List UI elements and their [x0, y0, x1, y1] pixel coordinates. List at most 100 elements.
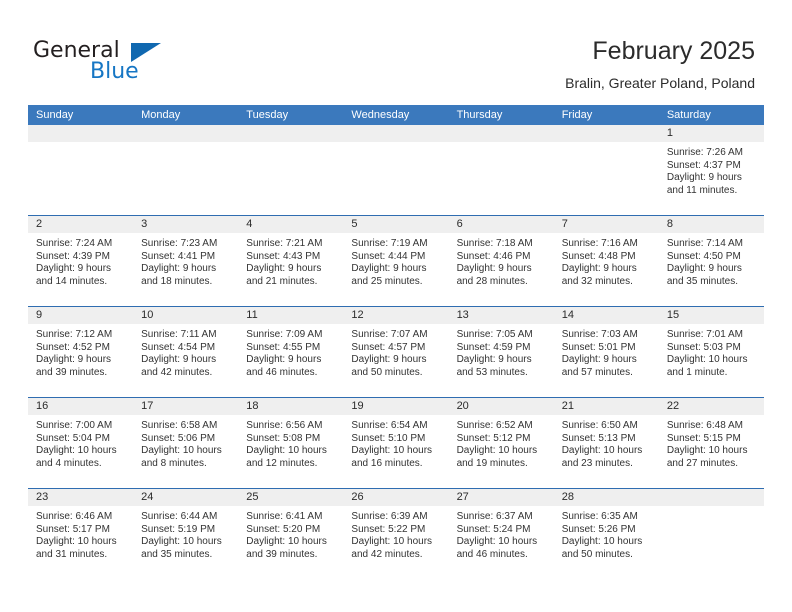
day-number-strip	[238, 125, 344, 143]
calendar-day-cell[interactable]: 23 Sunrise: 6:46 AM Sunset: 5:17 PM Dayligh…	[28, 489, 134, 579]
calendar-day-cell[interactable]: 9 Sunrise: 7:12 AM Sunset: 4:52 PM Daylight…	[28, 307, 134, 397]
day-number: 12	[351, 309, 364, 321]
calendar-day-cell[interactable]: 14 Sunrise: 7:03 AM Sunset: 5:01 PM Dayligh…	[553, 307, 659, 397]
calendar-day-cell[interactable]: 17 Sunrise: 6:58 AM Sunset: 5:06 PM Dayligh…	[133, 398, 239, 488]
day-number: 9	[36, 309, 43, 321]
sunset-time: Sunset: 5:19 PM	[141, 523, 216, 535]
sunset-time: Sunset: 4:39 PM	[36, 250, 110, 262]
calendar-day-cell[interactable]: 5 Sunrise: 7:19 AM Sunset: 4:44 PM Daylight…	[343, 216, 449, 306]
calendar-week-row: 2 Sunrise: 7:24 AM Sunset: 4:39 PM Daylight…	[28, 215, 764, 306]
weekday-header-wednesday: Wednesday	[351, 109, 410, 121]
day-number-strip: 21	[553, 398, 659, 416]
weekday-header-row: Sunday Monday Tuesday Wednesday Thursday…	[28, 105, 764, 125]
sunset-time: Sunset: 4:48 PM	[561, 250, 636, 262]
calendar-day-cell[interactable]: 10 Sunrise: 7:11 AM Sunset: 4:54 PM Dayligh…	[133, 307, 239, 397]
sunset-time: Sunset: 5:10 PM	[351, 432, 426, 444]
calendar-weeks: 1 Sunrise: 7:26 AM Sunset: 4:37 PM Daylight…	[28, 125, 764, 579]
day-number-strip: 5	[343, 216, 449, 234]
daylight-duration-line1: Daylight: 10 hours	[141, 445, 222, 457]
calendar-day-cell[interactable]: 20 Sunrise: 6:52 AM Sunset: 5:12 PM Dayligh…	[448, 398, 554, 488]
day-details: Sunrise: 7:14 AM Sunset: 4:50 PM Daylight:…	[659, 234, 764, 288]
daylight-duration-line1: Daylight: 9 hours	[666, 263, 742, 275]
day-number-strip: 7	[553, 216, 659, 234]
calendar-day-cell[interactable]: 11 Sunrise: 7:09 AM Sunset: 4:55 PM Dayligh…	[238, 307, 344, 397]
sunrise-time: Sunrise: 7:05 AM	[456, 329, 533, 340]
sunset-time: Sunset: 5:15 PM	[666, 432, 741, 444]
calendar-day-cell[interactable]: 7 Sunrise: 7:16 AM Sunset: 4:48 PM Daylight…	[553, 216, 659, 306]
location-subtitle: Bralin, Greater Poland, Poland	[565, 75, 755, 91]
daylight-duration-line1: Daylight: 10 hours	[351, 536, 433, 548]
weekday-header-sunday: Sunday	[36, 109, 74, 121]
calendar-day-cell[interactable]: 21 Sunrise: 6:50 AM Sunset: 5:13 PM Dayligh…	[553, 398, 659, 488]
calendar-day-cell[interactable]: 24 Sunrise: 6:44 AM Sunset: 5:19 PM Dayligh…	[133, 489, 239, 579]
calendar-day-cell-empty	[343, 125, 449, 215]
calendar-day-cell[interactable]: 19 Sunrise: 6:54 AM Sunset: 5:10 PM Dayligh…	[343, 398, 449, 488]
calendar-day-cell[interactable]: 28 Sunrise: 6:35 AM Sunset: 5:26 PM Dayligh…	[553, 489, 659, 579]
sunset-time: Sunset: 5:22 PM	[351, 523, 426, 535]
calendar-day-cell[interactable]: 8 Sunrise: 7:14 AM Sunset: 4:50 PM Daylight…	[658, 216, 764, 306]
calendar-day-cell[interactable]: 22 Sunrise: 6:48 AM Sunset: 5:15 PM Dayligh…	[658, 398, 764, 488]
daylight-duration-line1: Daylight: 10 hours	[561, 445, 643, 457]
day-number: 2	[36, 218, 43, 230]
daylight-duration-line1: Daylight: 9 hours	[141, 354, 217, 366]
calendar-day-cell[interactable]: 15 Sunrise: 7:01 AM Sunset: 5:03 PM Dayligh…	[658, 307, 764, 397]
day-number: 6	[456, 218, 463, 230]
day-details: Sunrise: 7:23 AM Sunset: 4:41 PM Daylight:…	[133, 234, 238, 288]
sunrise-time: Sunrise: 7:26 AM	[666, 147, 743, 158]
calendar-day-cell[interactable]: 4 Sunrise: 7:21 AM Sunset: 4:43 PM Daylight…	[238, 216, 344, 306]
day-number-strip: 19	[343, 398, 449, 416]
calendar-day-cell[interactable]: 13 Sunrise: 7:05 AM Sunset: 4:59 PM Dayligh…	[448, 307, 554, 397]
day-number-strip	[448, 125, 554, 143]
calendar-day-cell[interactable]: 26 Sunrise: 6:39 AM Sunset: 5:22 PM Dayligh…	[343, 489, 449, 579]
general-blue-logo: General Blue	[33, 40, 213, 90]
daylight-duration-line2: and 31 minutes.	[36, 548, 108, 560]
day-number-strip: 8	[658, 216, 764, 234]
calendar-day-cell[interactable]: 3 Sunrise: 7:23 AM Sunset: 4:41 PM Daylight…	[133, 216, 239, 306]
daylight-duration-line2: and 12 minutes.	[246, 457, 318, 469]
daylight-duration-line2: and 21 minutes.	[246, 275, 318, 287]
sunrise-time: Sunrise: 6:41 AM	[246, 511, 323, 522]
daylight-duration-line1: Daylight: 10 hours	[351, 445, 433, 457]
day-number-strip: 10	[133, 307, 239, 325]
day-number: 11	[246, 309, 258, 321]
daylight-duration-line2: and 16 minutes.	[351, 457, 423, 469]
day-number: 19	[351, 400, 364, 412]
daylight-duration-line1: Daylight: 9 hours	[351, 263, 427, 275]
day-number-strip: 4	[238, 216, 344, 234]
day-number: 18	[246, 400, 259, 412]
sunrise-time: Sunrise: 6:52 AM	[456, 420, 533, 431]
sunrise-time: Sunrise: 7:01 AM	[666, 329, 743, 340]
calendar-day-cell[interactable]: 16 Sunrise: 7:00 AM Sunset: 5:04 PM Dayligh…	[28, 398, 134, 488]
daylight-duration-line2: and 50 minutes.	[561, 548, 633, 560]
calendar-day-cell[interactable]: 12 Sunrise: 7:07 AM Sunset: 4:57 PM Dayligh…	[343, 307, 449, 397]
daylight-duration-line1: Daylight: 10 hours	[36, 536, 117, 548]
daylight-duration-line2: and 32 minutes.	[561, 275, 633, 287]
weekday-header-monday: Monday	[141, 109, 181, 121]
daylight-duration-line1: Daylight: 9 hours	[456, 354, 532, 366]
daylight-duration-line1: Daylight: 10 hours	[246, 445, 327, 457]
daylight-duration-line2: and 18 minutes.	[141, 275, 213, 287]
day-number-strip: 13	[448, 307, 554, 325]
sunset-time: Sunset: 5:08 PM	[246, 432, 321, 444]
calendar-day-cell[interactable]: 27 Sunrise: 6:37 AM Sunset: 5:24 PM Dayligh…	[448, 489, 554, 579]
sunrise-time: Sunrise: 6:44 AM	[141, 511, 218, 522]
daylight-duration-line2: and 35 minutes.	[666, 275, 739, 287]
day-details: Sunrise: 7:18 AM Sunset: 4:46 PM Daylight:…	[449, 234, 554, 288]
calendar-day-cell[interactable]: 6 Sunrise: 7:18 AM Sunset: 4:46 PM Daylight…	[448, 216, 554, 306]
daylight-duration-line1: Daylight: 9 hours	[351, 354, 427, 366]
weekday-header-friday: Friday	[561, 109, 593, 121]
day-number-strip: 11	[238, 307, 344, 325]
day-number-strip: 24	[133, 489, 239, 507]
calendar-day-cell[interactable]: 18 Sunrise: 6:56 AM Sunset: 5:08 PM Dayligh…	[238, 398, 344, 488]
day-number-strip: 17	[133, 398, 239, 416]
day-number: 17	[141, 400, 154, 412]
sunrise-time: Sunrise: 7:18 AM	[456, 238, 533, 249]
calendar-day-cell[interactable]: 1 Sunrise: 7:26 AM Sunset: 4:37 PM Daylight…	[658, 125, 764, 215]
day-number: 15	[666, 309, 680, 321]
daylight-duration-line1: Daylight: 10 hours	[36, 445, 117, 457]
sunset-time: Sunset: 5:24 PM	[456, 523, 531, 535]
calendar-day-cell[interactable]: 2 Sunrise: 7:24 AM Sunset: 4:39 PM Daylight…	[28, 216, 134, 306]
calendar-day-cell[interactable]: 25 Sunrise: 6:41 AM Sunset: 5:20 PM Dayligh…	[238, 489, 344, 579]
day-number-strip: 16	[28, 398, 134, 416]
sunrise-time: Sunrise: 6:50 AM	[561, 420, 638, 431]
